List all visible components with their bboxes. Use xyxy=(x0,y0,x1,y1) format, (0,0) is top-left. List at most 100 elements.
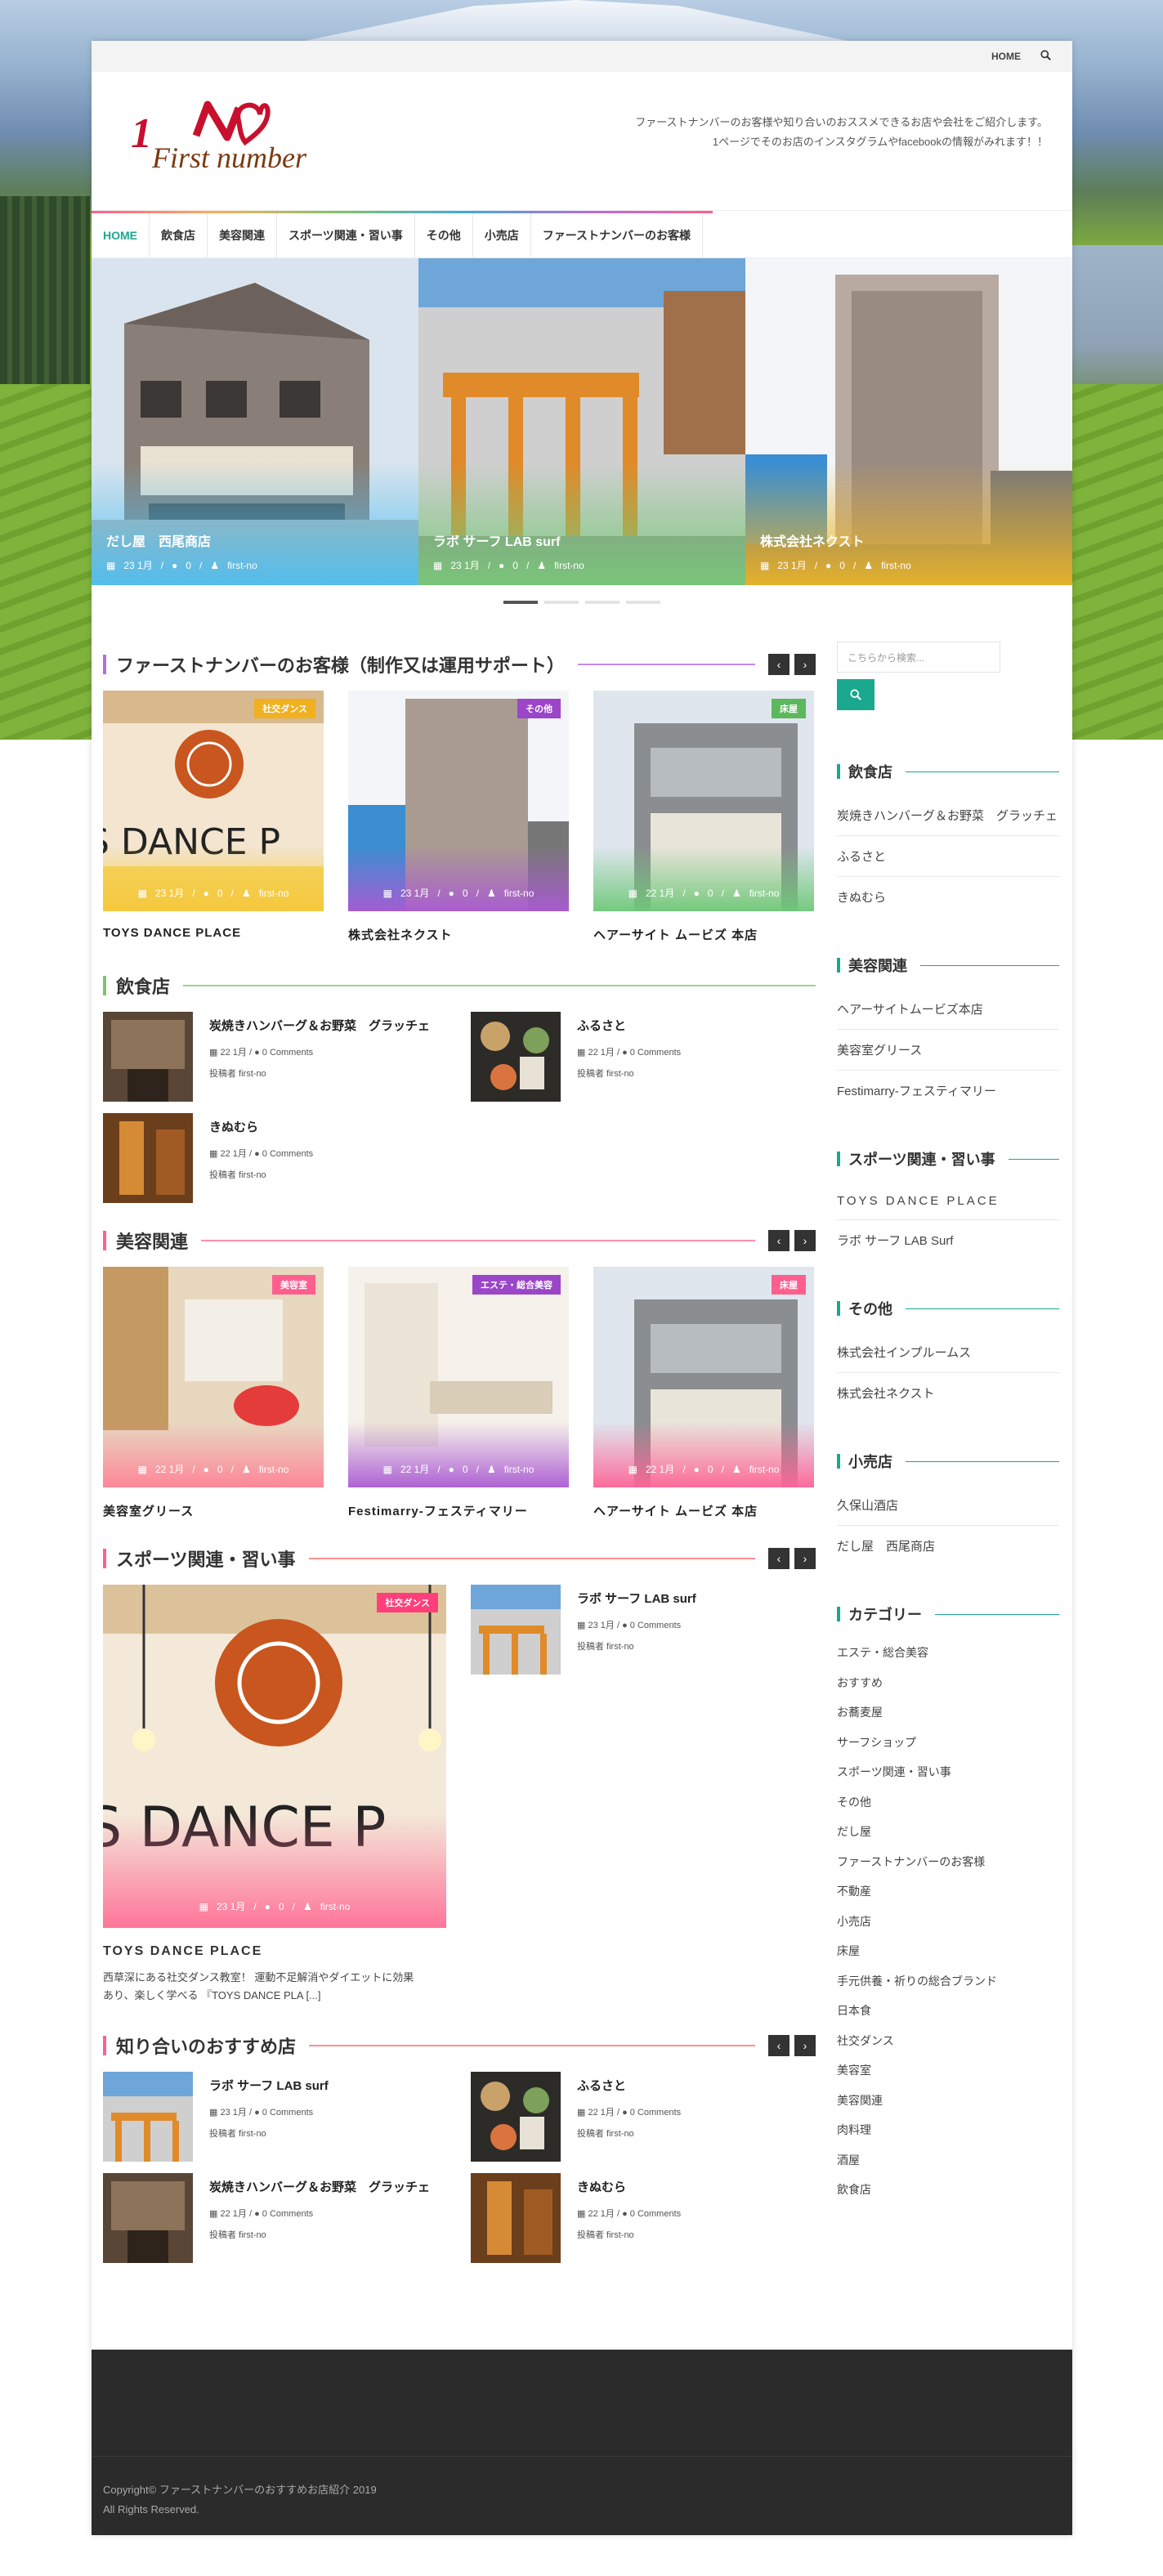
widget-link[interactable]: きぬむら xyxy=(837,877,1059,917)
list-title[interactable]: 炭焼きハンバーグ＆お野菜 グラッチェ xyxy=(209,2178,430,2195)
card-title[interactable]: TOYS DANCE PLACE xyxy=(103,926,324,940)
chevron-right-icon[interactable]: › xyxy=(794,1548,816,1569)
nav-other[interactable]: その他 xyxy=(415,211,473,257)
card-title[interactable]: ヘアーサイト ムービズ 本店 xyxy=(593,926,814,943)
chevron-left-icon[interactable]: ‹ xyxy=(768,654,789,675)
site-logo[interactable]: 1 First number xyxy=(131,98,327,180)
widget-link[interactable]: 炭焼きハンバーグ＆お野菜 グラッチェ xyxy=(837,795,1059,836)
chevron-left-icon[interactable]: ‹ xyxy=(768,1548,789,1569)
chevron-left-icon[interactable]: ‹ xyxy=(768,2035,789,2056)
post-card[interactable]: 床屋 ▦ 22 1月 / ● 0 / ♟ first-no ヘアーサイト ムービズ 本… xyxy=(593,691,814,943)
category-link[interactable]: 美容関連 xyxy=(837,2086,1059,2116)
category-link[interactable]: 酒屋 xyxy=(837,2145,1059,2176)
category-link[interactable]: 肉料理 xyxy=(837,2115,1059,2145)
list-title[interactable]: ラボ サーフ LAB surf xyxy=(209,2077,329,2094)
list-title[interactable]: きぬむら xyxy=(577,2178,681,2195)
slider-dot[interactable] xyxy=(503,601,538,604)
post-card[interactable]: その他 ▦ 23 1月 / ● 0 / ♟ first-no 株式会社ネクスト xyxy=(348,691,569,943)
category-link[interactable]: 美容室 xyxy=(837,2055,1059,2086)
chevron-right-icon[interactable]: › xyxy=(794,654,816,675)
list-item[interactable]: きぬむら ▦ 22 1月 / ● 0 Comments 投稿者 first-no xyxy=(471,2173,814,2263)
category-link[interactable]: エステ・総合美容 xyxy=(837,1638,1059,1668)
chevron-left-icon[interactable]: ‹ xyxy=(768,1230,789,1251)
card-title[interactable]: ヘアーサイト ムービズ 本店 xyxy=(593,1502,814,1519)
slide-title[interactable]: だし屋 西尾商店 xyxy=(106,530,257,550)
nav-customers[interactable]: ファーストナンバーのお客様 xyxy=(531,211,704,257)
category-link[interactable]: サーフショップ xyxy=(837,1728,1059,1758)
category-link[interactable]: 小売店 xyxy=(837,1907,1059,1937)
category-badge[interactable]: エステ・総合美容 xyxy=(472,1275,561,1295)
card-title[interactable]: 美容室グリース xyxy=(103,1502,324,1519)
list-item[interactable]: きぬむら ▦ 22 1月 / ● 0 Comments 投稿者 first-no xyxy=(103,1113,471,1203)
feature-title[interactable]: TOYS DANCE PLACE xyxy=(103,1944,446,1959)
nav-retail[interactable]: 小売店 xyxy=(473,211,531,257)
category-badge[interactable]: その他 xyxy=(517,699,561,718)
widget-link[interactable]: TOYS DANCE PLACE xyxy=(837,1183,1059,1220)
list-item[interactable]: 炭焼きハンバーグ＆お野菜 グラッチェ ▦ 22 1月 / ● 0 Comments… xyxy=(103,2173,471,2263)
card-image[interactable]: エステ・総合美容 ▦ 22 1月 / ● 0 / ♟ first-no xyxy=(348,1267,569,1487)
chevron-right-icon[interactable]: › xyxy=(794,1230,816,1251)
card-image[interactable]: 床屋 ▦ 22 1月 / ● 0 / ♟ first-no xyxy=(593,691,814,911)
slider-dot[interactable] xyxy=(626,601,660,604)
card-image[interactable]: 床屋 ▦ 22 1月 / ● 0 / ♟ first-no xyxy=(593,1267,814,1487)
post-card[interactable]: 美容室 ▦ 22 1月 / ● 0 / ♟ first-no 美容室グリース xyxy=(103,1267,324,1519)
card-image[interactable]: S DANCE P 社交ダンス ▦ 23 1月 / ● 0 / ♟ first-no xyxy=(103,691,324,911)
category-badge[interactable]: 社交ダンス xyxy=(377,1593,438,1612)
list-item[interactable]: ふるさと ▦ 22 1月 / ● 0 Comments 投稿者 first-no xyxy=(471,1012,814,1102)
card-image[interactable]: 美容室 ▦ 22 1月 / ● 0 / ♟ first-no xyxy=(103,1267,324,1487)
category-badge[interactable]: 床屋 xyxy=(772,1275,806,1295)
nav-home[interactable]: HOME xyxy=(92,211,150,257)
widget-link[interactable]: 美容室グリース xyxy=(837,1030,1059,1071)
category-link[interactable]: 日本食 xyxy=(837,1996,1059,2026)
list-item[interactable]: ラボ サーフ LAB surf ▦ 23 1月 / ● 0 Comments 投稿者… xyxy=(103,2072,471,2162)
slide-title[interactable]: ラボ サーフ LAB surf xyxy=(433,530,584,550)
feature-post[interactable]: S DANCE P 社交ダンス ▦23 1月 / ●0 / ♟first-no … xyxy=(103,1585,446,2005)
category-link[interactable]: 床屋 xyxy=(837,1936,1059,1966)
slider-dot[interactable] xyxy=(585,601,620,604)
widget-link[interactable]: 株式会社インプルームス xyxy=(837,1332,1059,1373)
category-badge[interactable]: 美容室 xyxy=(272,1275,315,1295)
slide[interactable]: ラボ サーフ LAB surf ▦ 23 1月 / ● 0 / ♟ first-no xyxy=(418,258,745,585)
feature-image[interactable]: S DANCE P 社交ダンス ▦23 1月 / ●0 / ♟first-no xyxy=(103,1585,446,1928)
list-title[interactable]: きぬむら xyxy=(209,1118,313,1135)
widget-link[interactable]: 久保山酒店 xyxy=(837,1485,1059,1526)
list-item[interactable]: ラボ サーフ LAB surf ▦ 23 1月 / ● 0 Comments 投稿者… xyxy=(471,1585,696,1675)
category-badge[interactable]: 床屋 xyxy=(772,699,806,718)
nav-food[interactable]: 飲食店 xyxy=(150,211,208,257)
card-title[interactable]: Festimarry-フェスティマリー xyxy=(348,1502,569,1519)
chevron-right-icon[interactable]: › xyxy=(794,2035,816,2056)
post-card[interactable]: 床屋 ▦ 22 1月 / ● 0 / ♟ first-no ヘアーサイト ムービズ 本… xyxy=(593,1267,814,1519)
widget-link[interactable]: 株式会社ネクスト xyxy=(837,1373,1059,1413)
post-card[interactable]: エステ・総合美容 ▦ 22 1月 / ● 0 / ♟ first-no Festima… xyxy=(348,1267,569,1519)
list-title[interactable]: ふるさと xyxy=(577,1017,681,1034)
card-image[interactable]: その他 ▦ 23 1月 / ● 0 / ♟ first-no xyxy=(348,691,569,911)
widget-link[interactable]: ヘアーサイトムービズ本店 xyxy=(837,989,1059,1030)
widget-link[interactable]: Festimarry-フェスティマリー xyxy=(837,1071,1059,1111)
post-card[interactable]: S DANCE P 社交ダンス ▦ 23 1月 / ● 0 / ♟ first-no … xyxy=(103,691,324,943)
search-icon[interactable] xyxy=(1040,50,1051,63)
slide[interactable]: だし屋 西尾商店 ▦ 23 1月 / ● 0 / ♟ first-no xyxy=(92,258,418,585)
widget-link[interactable]: ラボ サーフ LAB Surf xyxy=(837,1220,1059,1260)
category-link[interactable]: スポーツ関連・習い事 xyxy=(837,1757,1059,1787)
slide[interactable]: 株式会社ネクスト ▦ 23 1月 / ● 0 / ♟ first-no xyxy=(745,258,1072,585)
top-home-link[interactable]: HOME xyxy=(991,51,1021,62)
search-button[interactable] xyxy=(837,679,874,710)
category-link[interactable]: 手元供養・祈りの総合ブランド xyxy=(837,1966,1059,1997)
category-link[interactable]: 社交ダンス xyxy=(837,2026,1059,2056)
widget-link[interactable]: ふるさと xyxy=(837,836,1059,877)
search-input[interactable]: こちらから検索... xyxy=(837,642,1000,673)
category-link[interactable]: お蕎麦屋 xyxy=(837,1697,1059,1728)
slide-title[interactable]: 株式会社ネクスト xyxy=(760,530,911,550)
category-link[interactable]: おすすめ xyxy=(837,1668,1059,1698)
category-link[interactable]: その他 xyxy=(837,1787,1059,1818)
category-link[interactable]: だし屋 xyxy=(837,1817,1059,1847)
card-title[interactable]: 株式会社ネクスト xyxy=(348,926,569,943)
list-item[interactable]: 炭焼きハンバーグ＆お野菜 グラッチェ ▦ 22 1月 / ● 0 Comments… xyxy=(103,1012,471,1102)
list-item[interactable]: ふるさと ▦ 22 1月 / ● 0 Comments 投稿者 first-no xyxy=(471,2072,814,2162)
list-title[interactable]: 炭焼きハンバーグ＆お野菜 グラッチェ xyxy=(209,1017,430,1034)
list-title[interactable]: ラボ サーフ LAB surf xyxy=(577,1590,696,1607)
widget-link[interactable]: だし屋 西尾商店 xyxy=(837,1526,1059,1566)
category-link[interactable]: ファーストナンバーのお客様 xyxy=(837,1847,1059,1877)
slider-dot[interactable] xyxy=(544,601,579,604)
category-link[interactable]: 不動産 xyxy=(837,1876,1059,1907)
